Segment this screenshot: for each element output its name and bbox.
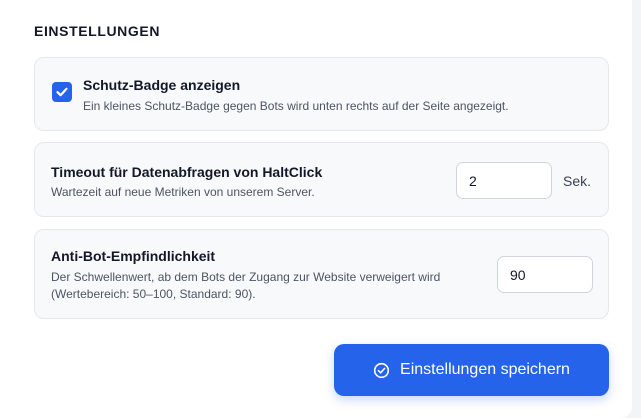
check-circle-icon bbox=[373, 362, 390, 378]
badge-setting-title: Schutz-Badge anzeigen bbox=[83, 77, 241, 93]
settings-panel: EINSTELLUNGEN Schutz-Badge anzeigen Ein … bbox=[0, 0, 632, 418]
section-heading: EINSTELLUNGEN bbox=[34, 23, 161, 39]
timeout-input[interactable] bbox=[456, 162, 552, 199]
sensitivity-setting-title: Anti-Bot-Empfindlichkeit bbox=[51, 248, 216, 264]
timeout-setting-title: Timeout für Datenabfragen von HaltClick bbox=[51, 164, 323, 180]
save-settings-label: Einstellungen speichern bbox=[400, 361, 570, 378]
badge-setting-description: Ein kleines Schutz-Badge gegen Bots wird… bbox=[83, 99, 509, 113]
checkmark-icon bbox=[56, 87, 68, 97]
save-settings-button[interactable]: Einstellungen speichern bbox=[334, 344, 609, 396]
timeout-setting-description: Wartezeit auf neue Metriken von unserem … bbox=[51, 185, 315, 199]
sensitivity-input[interactable] bbox=[497, 256, 593, 293]
timeout-setting-card: Timeout für Datenabfragen von HaltClick … bbox=[34, 142, 609, 217]
timeout-unit-label: Sek. bbox=[563, 173, 592, 189]
badge-setting-card: Schutz-Badge anzeigen Ein kleines Schutz… bbox=[34, 57, 609, 131]
sensitivity-setting-description: Der Schwellenwert, ab dem Bots der Zugan… bbox=[51, 270, 441, 301]
badge-checkbox[interactable] bbox=[52, 82, 72, 102]
sensitivity-setting-card: Anti-Bot-Empfindlichkeit Der Schwellenwe… bbox=[34, 229, 609, 319]
